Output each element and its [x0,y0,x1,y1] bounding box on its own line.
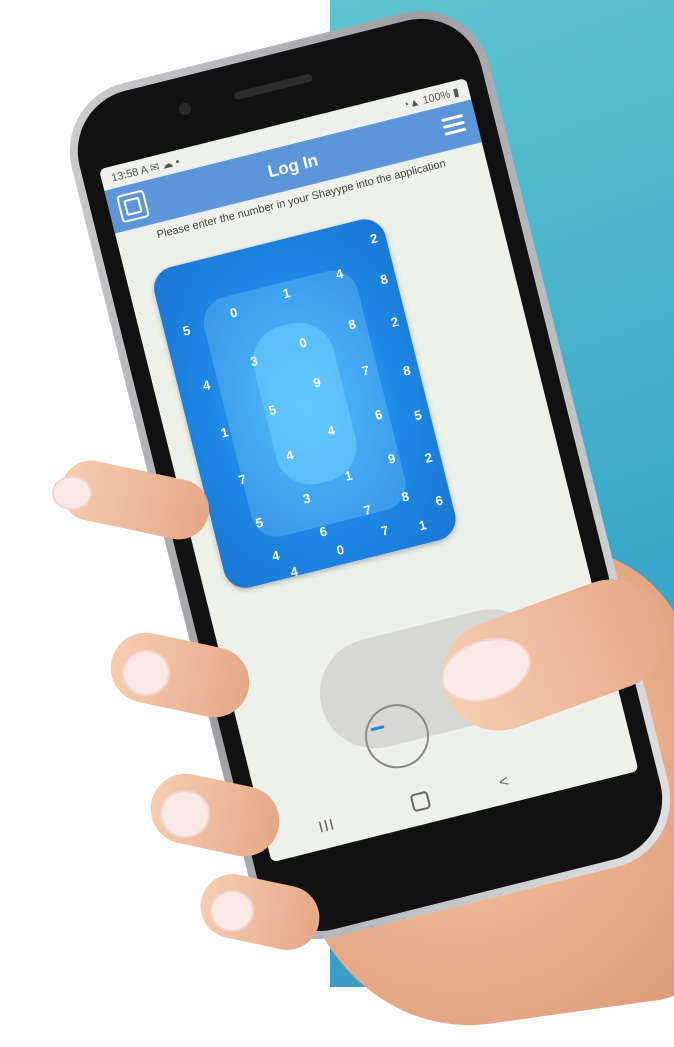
pad-digit[interactable]: 2 [419,449,438,467]
pad-digit[interactable]: 2 [385,313,404,331]
pad-digit[interactable]: 4 [197,376,216,394]
pad-digit[interactable]: 1 [215,423,234,441]
shayype-logo-icon [115,189,150,224]
pad-digit[interactable]: 1 [413,516,432,534]
pad-digit[interactable]: 8 [374,270,393,288]
battery-percent: 100% [421,87,452,107]
back-button[interactable]: < [497,773,510,793]
recent-apps-button[interactable]: III [317,816,337,837]
fingernail [52,476,92,510]
pad-digit[interactable]: 5 [177,321,196,339]
status-time: 13:58 [110,165,140,185]
pad-digit[interactable]: 4 [285,563,304,581]
pad-digit[interactable]: 5 [408,406,427,424]
pad-digit[interactable]: 4 [266,546,285,564]
front-camera-icon [177,101,193,117]
pad-digit[interactable]: 8 [397,361,416,379]
pad-digit[interactable]: 8 [396,487,415,505]
battery-icon: ▮ [451,85,461,99]
pad-digit[interactable]: 6 [314,522,333,540]
pad-digit[interactable]: 7 [358,501,377,519]
pad-digit[interactable]: 6 [430,491,449,509]
pad-digit[interactable]: 7 [375,521,394,539]
android-nav-bar: III < [260,726,639,863]
page-title: Log In [265,150,320,182]
hamburger-menu-icon[interactable] [441,113,467,137]
fingernail [210,890,254,932]
pad-digit[interactable]: 2 [364,229,383,247]
shayype-number-pad[interactable]: 5 0 1 4 2 8 4 3 0 8 2 1 5 9 7 8 7 4 4 6 … [149,214,461,593]
phone-screen: 13:58 A ✉ ☁ • ◔▲ 100% ▮ Log In Please en… [99,78,639,863]
home-button[interactable] [409,790,432,813]
fingernail [160,790,210,838]
fingernail [122,650,170,696]
wifi-signal-icon: ◔▲ [401,95,422,112]
pad-digit[interactable]: 0 [331,541,350,559]
earpiece-speaker [233,73,314,101]
